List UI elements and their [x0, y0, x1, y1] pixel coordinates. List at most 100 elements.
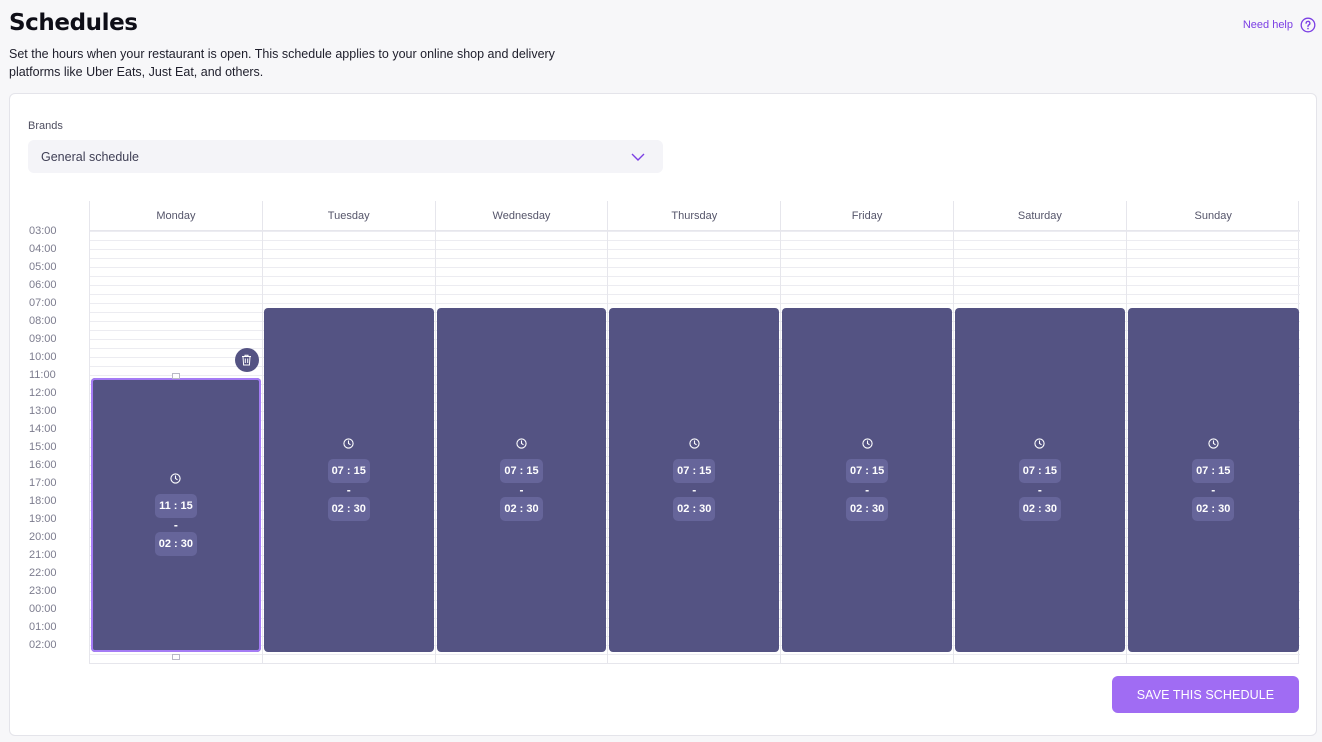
- grid-line: [1126, 303, 1300, 304]
- grid-line: [781, 276, 953, 277]
- slot-start-time[interactable]: 07 : 15: [327, 459, 370, 484]
- need-help-link[interactable]: Need help: [1243, 17, 1316, 33]
- grid-line: [781, 285, 953, 286]
- grid-line: [262, 276, 435, 277]
- grid-line: [435, 285, 608, 286]
- grid-line: [90, 240, 262, 241]
- slot-separator: -: [692, 483, 697, 498]
- delete-slot-button[interactable]: [234, 347, 259, 372]
- grid-line: [781, 654, 953, 655]
- page-description: Set the hours when your restaurant is op…: [9, 47, 555, 79]
- schedule-slot[interactable]: 07 : 15-02 : 30: [263, 307, 434, 652]
- grid-line: [608, 249, 781, 250]
- grid-line: [90, 321, 262, 322]
- clock-icon: [1208, 438, 1219, 449]
- grid-line: [435, 267, 608, 268]
- day-column-friday[interactable]: Friday 07 : 15-02 : 30: [781, 201, 954, 663]
- slot-start-time[interactable]: 07 : 15: [1018, 459, 1062, 484]
- resize-handle-bottom[interactable]: [171, 654, 180, 660]
- grid-line: [781, 249, 953, 250]
- grid-line: [781, 240, 953, 241]
- schedule-slot[interactable]: 07 : 15-02 : 30: [955, 307, 1125, 652]
- slot-separator: -: [1211, 483, 1216, 498]
- day-column-saturday[interactable]: Saturday 07 : 15-02 : 30: [954, 201, 1127, 663]
- slot-start-time[interactable]: 07 : 15: [845, 459, 889, 484]
- day-column-wednesday[interactable]: Wednesday 07 : 15-02 : 30: [435, 201, 609, 663]
- grid-line: [954, 240, 1126, 241]
- schedule-slot[interactable]: 11 : 15-02 : 30: [91, 377, 261, 652]
- schedule-slot[interactable]: 07 : 15-02 : 30: [436, 307, 607, 652]
- brands-label: Brands: [28, 120, 63, 132]
- hour-label: 01:00: [29, 621, 57, 633]
- slot-start-time[interactable]: 07 : 15: [500, 459, 543, 484]
- clock-icon: [689, 438, 700, 449]
- grid-line: [1126, 231, 1300, 232]
- grid-line: [90, 312, 262, 313]
- hour-label: 19:00: [29, 513, 57, 525]
- hour-label: 12:00: [29, 387, 57, 399]
- slot-end-time[interactable]: 02 : 30: [154, 532, 198, 557]
- grid-line: [90, 276, 262, 277]
- page-title: Schedules: [9, 10, 138, 36]
- day-column-thursday[interactable]: Thursday 07 : 15-02 : 30: [608, 201, 782, 663]
- day-header: Friday: [781, 201, 953, 231]
- grid-line: [608, 276, 781, 277]
- slot-start-time[interactable]: 11 : 15: [155, 494, 197, 519]
- grid-line: [608, 303, 781, 304]
- clock-icon: [170, 473, 182, 484]
- grid-line: [262, 249, 435, 250]
- need-help-label: Need help: [1242, 19, 1293, 31]
- resize-handle-top[interactable]: [171, 372, 180, 379]
- brand-select-value: General schedule: [41, 149, 139, 164]
- schedule-card: Brands General schedule 03:00 04:00 05:00 0…: [9, 93, 1317, 736]
- grid-line: [954, 285, 1126, 286]
- day-header: Wednesday: [435, 201, 608, 231]
- slot-end-time[interactable]: 02 : 30: [845, 497, 889, 522]
- hour-label: 11:00: [29, 369, 56, 381]
- slot-start-time[interactable]: 07 : 15: [673, 459, 716, 484]
- schedule-slot[interactable]: 07 : 15-02 : 30: [782, 307, 952, 652]
- hour-label: 22:00: [29, 567, 57, 579]
- grid-line: [1126, 285, 1300, 286]
- grid-line: [954, 231, 1126, 232]
- schedule-slot[interactable]: 07 : 15-02 : 30: [609, 307, 780, 652]
- grid-line: [1126, 276, 1300, 277]
- grid-line: [781, 303, 953, 304]
- grid-line: [954, 249, 1126, 250]
- grid-line: [435, 276, 608, 277]
- slot-end-time[interactable]: 02 : 30: [1192, 497, 1235, 522]
- hour-label: 16:00: [29, 459, 57, 471]
- grid-line: [954, 276, 1126, 277]
- slot-separator: -: [346, 483, 351, 498]
- grid-line: [262, 654, 435, 655]
- slot-end-time[interactable]: 02 : 30: [1018, 497, 1062, 522]
- schedule-slot[interactable]: 07 : 15-02 : 30: [1127, 307, 1299, 652]
- grid-line: [90, 339, 262, 340]
- grid-line: [262, 240, 435, 241]
- slot-end-time[interactable]: 02 : 30: [500, 497, 543, 522]
- day-header: Monday: [90, 201, 262, 231]
- hour-label: 13:00: [29, 405, 57, 417]
- grid-line: [90, 330, 262, 331]
- slot-separator: -: [1037, 483, 1042, 498]
- grid-line: [262, 294, 435, 295]
- grid-line: [1126, 240, 1300, 241]
- day-column-tuesday[interactable]: Tuesday 07 : 15-02 : 30: [262, 201, 436, 663]
- clock-icon: [516, 438, 527, 449]
- hour-label: 05:00: [29, 261, 57, 273]
- grid-line: [262, 267, 435, 268]
- hour-label: 00:00: [29, 603, 57, 615]
- slot-end-time[interactable]: 02 : 30: [673, 497, 716, 522]
- day-column-sunday[interactable]: Sunday 07 : 15-02 : 30: [1126, 201, 1300, 663]
- hour-label: 23:00: [29, 585, 57, 597]
- slot-end-time[interactable]: 02 : 30: [327, 497, 370, 522]
- save-schedule-button[interactable]: SAVE THIS SCHEDULE: [1112, 676, 1299, 713]
- grid-line: [608, 654, 781, 655]
- day-header: Saturday: [954, 201, 1126, 231]
- hour-label: 21:00: [29, 549, 57, 561]
- slot-start-time[interactable]: 07 : 15: [1192, 459, 1235, 484]
- brand-select[interactable]: General schedule: [28, 140, 663, 173]
- hour-label: 02:00: [29, 639, 57, 651]
- question-circle-icon: [1300, 17, 1316, 33]
- day-column-monday[interactable]: Monday 11 : 15-02 : 30: [90, 201, 263, 663]
